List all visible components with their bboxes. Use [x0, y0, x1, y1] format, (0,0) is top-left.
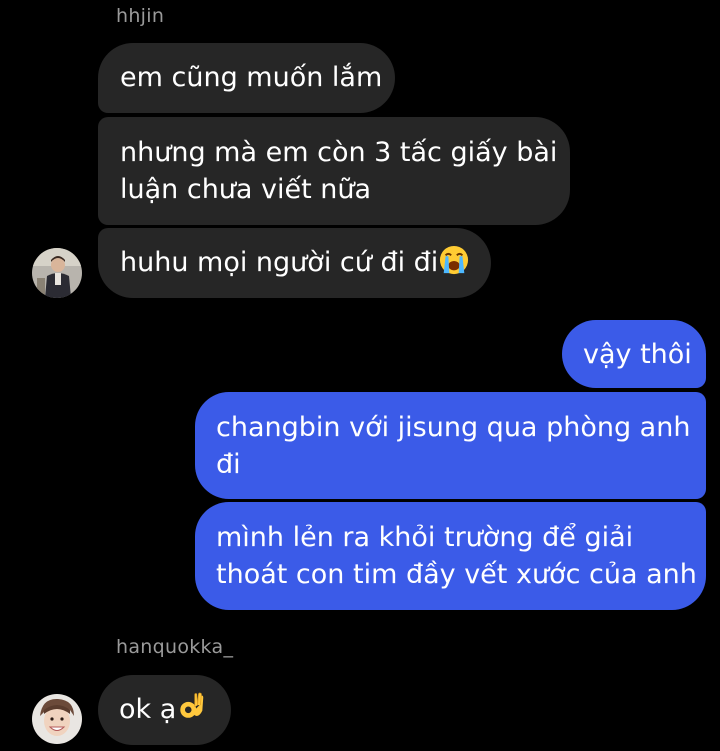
incoming-message-bubble[interactable]: em cũng muốn lắm — [98, 43, 395, 113]
message-text-line-2: luận chưa viết nữa — [120, 174, 372, 205]
message-text-line-2: thoát con tim đầy vết xước của anh — [216, 559, 697, 590]
message-text: vậy thôi — [583, 339, 692, 370]
message-text: ok ạ — [119, 694, 177, 725]
incoming-message-bubble[interactable]: huhu mọi người cứ đi đi — [98, 228, 491, 298]
message-text: em cũng muốn lắm — [120, 62, 383, 93]
sender-name-hhjin: hhjin — [116, 5, 165, 27]
ok-hand-icon — [180, 692, 204, 718]
message-text: huhu mọi người cứ đi đi — [120, 247, 439, 278]
loudly-crying-face-icon — [440, 245, 469, 275]
avatar-hhjin[interactable] — [32, 248, 82, 298]
outgoing-message-bubble[interactable]: vậy thôi — [562, 320, 706, 388]
message-text-line-1: changbin với jisung qua phòng anh — [216, 412, 691, 443]
outgoing-message-bubble[interactable]: mình lẻn ra khỏi trường để giải thoát co… — [195, 502, 706, 610]
outgoing-message-bubble[interactable]: changbin với jisung qua phòng anh đi — [195, 392, 706, 499]
avatar-hanquokka[interactable] — [32, 694, 82, 744]
sender-name-hanquokka: hanquokka_ — [116, 636, 234, 658]
incoming-message-bubble[interactable]: nhưng mà em còn 3 tấc giấy bài luận chưa… — [98, 117, 570, 225]
message-text-line-1: mình lẻn ra khỏi trường để giải — [216, 522, 634, 553]
incoming-message-bubble[interactable]: ok ạ — [98, 675, 231, 745]
message-text-line-1: nhưng mà em còn 3 tấc giấy bài — [120, 137, 558, 168]
message-text-line-2: đi — [216, 449, 241, 480]
